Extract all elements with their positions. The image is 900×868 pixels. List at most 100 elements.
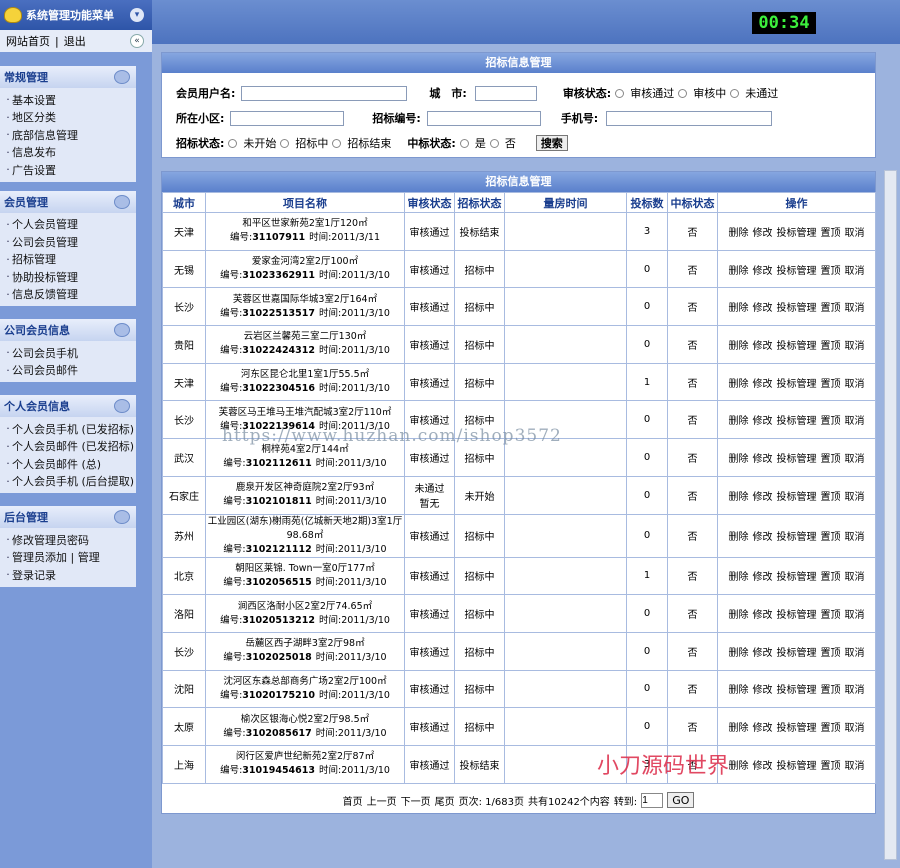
bid-manage-link[interactable]: 投标管理: [777, 379, 817, 390]
sidebar-item[interactable]: · 登录记录: [4, 566, 136, 584]
pager-last[interactable]: 尾页: [435, 793, 455, 808]
delete-link[interactable]: 删除: [729, 761, 749, 772]
cancel-link[interactable]: 取消: [845, 416, 865, 427]
cancel-link[interactable]: 取消: [845, 303, 865, 314]
edit-link[interactable]: 修改: [753, 303, 773, 314]
phone-input[interactable]: [606, 110, 773, 126]
pin-link[interactable]: 置顶: [821, 341, 841, 352]
cancel-link[interactable]: 取消: [845, 492, 865, 503]
pin-link[interactable]: 置顶: [821, 454, 841, 465]
pin-link[interactable]: 置顶: [821, 492, 841, 503]
audit-radio-2[interactable]: [678, 88, 688, 98]
sidebar-item[interactable]: · 个人会员管理: [4, 216, 136, 234]
pin-link[interactable]: 置顶: [821, 303, 841, 314]
sidebar-item[interactable]: · 修改管理员密码: [4, 531, 136, 549]
bid-status-radio-1[interactable]: [228, 138, 238, 148]
cancel-link[interactable]: 取消: [845, 685, 865, 696]
cancel-link[interactable]: 取消: [845, 228, 865, 239]
sidebar-item[interactable]: · 协助投标管理: [4, 268, 136, 286]
collapse-icon[interactable]: «: [130, 34, 144, 48]
chevron-down-icon[interactable]: ▾: [130, 8, 144, 22]
sidebar-item[interactable]: · 个人会员手机 (已发招标): [4, 420, 136, 438]
pager-go-button[interactable]: GO: [667, 792, 695, 808]
delete-link[interactable]: 删除: [729, 416, 749, 427]
bid-manage-link[interactable]: 投标管理: [777, 454, 817, 465]
project-name[interactable]: 岳麓区西子湖畔3室2厅98㎡: [207, 637, 404, 651]
pager-prev[interactable]: 上一页: [367, 793, 397, 808]
edit-link[interactable]: 修改: [753, 454, 773, 465]
bid-manage-link[interactable]: 投标管理: [777, 648, 817, 659]
home-link[interactable]: 网站首页: [6, 33, 50, 49]
project-name[interactable]: 河东区昆仑北里1室1厅55.5㎡: [207, 368, 404, 382]
sidebar-item[interactable]: · 信息发布: [4, 144, 136, 162]
cancel-link[interactable]: 取消: [845, 266, 865, 277]
edit-link[interactable]: 修改: [753, 228, 773, 239]
project-name[interactable]: 芙蓉区马王堆马王堆汽配城3室2厅110㎡: [207, 406, 404, 420]
sidebar-section-title[interactable]: 后台管理: [0, 506, 136, 528]
bid-manage-link[interactable]: 投标管理: [777, 303, 817, 314]
bid-manage-link[interactable]: 投标管理: [777, 572, 817, 583]
logout-link[interactable]: 退出: [64, 33, 86, 49]
delete-link[interactable]: 删除: [729, 303, 749, 314]
bid-manage-link[interactable]: 投标管理: [777, 341, 817, 352]
bid-manage-link[interactable]: 投标管理: [777, 761, 817, 772]
edit-link[interactable]: 修改: [753, 723, 773, 734]
pin-link[interactable]: 置顶: [821, 723, 841, 734]
bid-status-radio-3[interactable]: [332, 138, 342, 148]
cancel-link[interactable]: 取消: [845, 532, 865, 543]
project-name[interactable]: 榆次区银海心悦2室2厅98.5㎡: [207, 713, 404, 727]
edit-link[interactable]: 修改: [753, 532, 773, 543]
pin-link[interactable]: 置顶: [821, 416, 841, 427]
pin-link[interactable]: 置顶: [821, 228, 841, 239]
cancel-link[interactable]: 取消: [845, 648, 865, 659]
delete-link[interactable]: 删除: [729, 532, 749, 543]
pin-link[interactable]: 置顶: [821, 532, 841, 543]
pager-first[interactable]: 首页: [343, 793, 363, 808]
sidebar-item[interactable]: · 基本设置: [4, 91, 136, 109]
pin-link[interactable]: 置顶: [821, 266, 841, 277]
cancel-link[interactable]: 取消: [845, 454, 865, 465]
cancel-link[interactable]: 取消: [845, 341, 865, 352]
delete-link[interactable]: 删除: [729, 379, 749, 390]
pin-link[interactable]: 置顶: [821, 685, 841, 696]
project-name[interactable]: 沈河区东森总部商务广场2室2厅100㎡: [207, 675, 404, 689]
bid-manage-link[interactable]: 投标管理: [777, 228, 817, 239]
search-button[interactable]: 搜索: [535, 135, 568, 151]
bid-manage-link[interactable]: 投标管理: [777, 723, 817, 734]
bid-manage-link[interactable]: 投标管理: [777, 266, 817, 277]
edit-link[interactable]: 修改: [753, 572, 773, 583]
bid-manage-link[interactable]: 投标管理: [777, 532, 817, 543]
cancel-link[interactable]: 取消: [845, 572, 865, 583]
edit-link[interactable]: 修改: [753, 685, 773, 696]
cancel-link[interactable]: 取消: [845, 761, 865, 772]
scrollbar[interactable]: [884, 170, 897, 860]
cancel-link[interactable]: 取消: [845, 610, 865, 621]
edit-link[interactable]: 修改: [753, 492, 773, 503]
delete-link[interactable]: 删除: [729, 492, 749, 503]
sidebar-item[interactable]: · 公司会员邮件: [4, 362, 136, 380]
sidebar-item[interactable]: · 管理员添加 | 管理: [4, 549, 136, 567]
sidebar-item[interactable]: · 公司会员管理: [4, 233, 136, 251]
project-name[interactable]: 云岩区兰馨苑三室二厅130㎡: [207, 330, 404, 344]
sidebar-item[interactable]: · 招标管理: [4, 251, 136, 269]
sidebar-item[interactable]: · 公司会员手机: [4, 344, 136, 362]
project-name[interactable]: 工业园区(湖东)榭雨苑(亿城新天地2期)3室1厅98.68㎡: [207, 515, 404, 543]
sidebar-section-title[interactable]: 会员管理: [0, 190, 136, 213]
bid-manage-link[interactable]: 投标管理: [777, 610, 817, 621]
project-name[interactable]: 爱家金河湾2室2厅100㎡: [207, 255, 404, 269]
sidebar-item[interactable]: · 个人会员手机 (后台提取): [4, 473, 136, 491]
bid-manage-link[interactable]: 投标管理: [777, 685, 817, 696]
pin-link[interactable]: 置顶: [821, 610, 841, 621]
audit-radio-3[interactable]: [730, 88, 740, 98]
bid-manage-link[interactable]: 投标管理: [777, 492, 817, 503]
bid-no-input[interactable]: [426, 110, 541, 126]
sidebar-section-title[interactable]: 常规管理: [0, 66, 136, 88]
sidebar-item[interactable]: · 底部信息管理: [4, 126, 136, 144]
delete-link[interactable]: 删除: [729, 266, 749, 277]
project-name[interactable]: 闵行区爱庐世纪新苑2室2厅87㎡: [207, 750, 404, 764]
community-input[interactable]: [230, 110, 345, 126]
edit-link[interactable]: 修改: [753, 761, 773, 772]
project-name[interactable]: 芙蓉区世嘉国际华城3室2厅164㎡: [207, 293, 404, 307]
win-radio-no[interactable]: [489, 138, 499, 148]
project-name[interactable]: 桐梓苑4室2厅144㎡: [207, 443, 404, 457]
